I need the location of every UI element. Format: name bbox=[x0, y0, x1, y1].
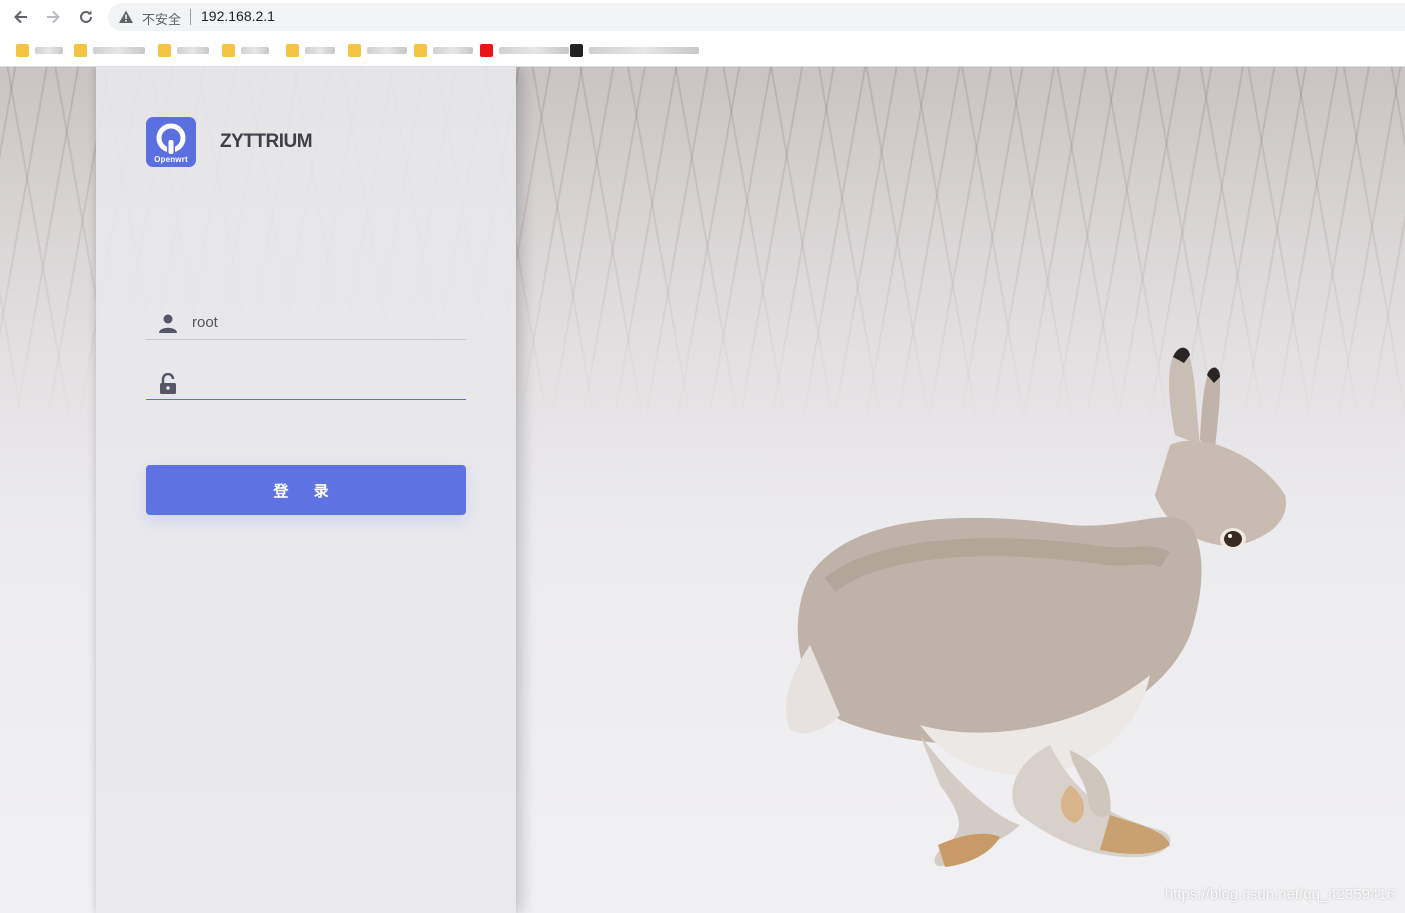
login-page: Openwrt ZYTTRIUM 登 录 https://blog.csdn.n… bbox=[0, 67, 1405, 913]
bookmark-item[interactable] bbox=[222, 42, 269, 58]
url-text[interactable]: 192.168.2.1 bbox=[201, 8, 275, 24]
bookmark-label-blurred bbox=[589, 46, 699, 54]
favicon-icon bbox=[570, 43, 583, 57]
browser-toolbar: 不安全 192.168.2.1 bbox=[0, 0, 1405, 34]
folder-icon bbox=[414, 43, 427, 57]
folder-icon bbox=[222, 43, 235, 57]
user-icon bbox=[159, 314, 177, 333]
hare-photo bbox=[786, 347, 1286, 867]
address-divider bbox=[190, 9, 191, 25]
bookmark-label-blurred bbox=[93, 46, 145, 54]
password-field[interactable] bbox=[146, 365, 466, 400]
bookmark-item[interactable] bbox=[480, 42, 569, 58]
address-bar[interactable]: 不安全 192.168.2.1 bbox=[108, 3, 1405, 31]
bookmark-label-blurred bbox=[367, 46, 407, 54]
bookmark-label-blurred bbox=[433, 46, 473, 54]
security-status[interactable]: 不安全 bbox=[142, 9, 181, 28]
bookmark-item[interactable] bbox=[158, 42, 209, 58]
bookmark-item[interactable] bbox=[570, 42, 699, 58]
logo-label: Openwrt bbox=[154, 155, 188, 164]
folder-icon bbox=[158, 43, 171, 57]
folder-icon bbox=[286, 43, 299, 57]
forward-button[interactable] bbox=[42, 6, 64, 28]
bookmark-item[interactable] bbox=[286, 42, 335, 58]
openwrt-logo: Openwrt bbox=[146, 117, 196, 167]
login-button[interactable]: 登 录 bbox=[146, 465, 466, 515]
bookmark-label-blurred bbox=[35, 46, 63, 54]
folder-icon bbox=[74, 43, 87, 57]
reload-button[interactable] bbox=[75, 6, 97, 28]
favicon-icon bbox=[480, 43, 493, 57]
unlock-icon bbox=[160, 373, 176, 394]
login-panel: Openwrt ZYTTRIUM 登 录 bbox=[96, 67, 516, 913]
username-input[interactable] bbox=[190, 311, 454, 333]
bookmark-label-blurred bbox=[241, 46, 269, 54]
bookmark-label-blurred bbox=[177, 46, 209, 54]
username-field[interactable] bbox=[146, 305, 466, 340]
bookmark-label-blurred bbox=[305, 46, 335, 54]
arrow-left-icon bbox=[14, 10, 27, 24]
folder-icon bbox=[16, 43, 29, 57]
bookmark-item[interactable] bbox=[348, 42, 407, 58]
password-input[interactable] bbox=[190, 371, 454, 393]
back-button[interactable] bbox=[10, 6, 32, 28]
bookmark-item[interactable] bbox=[74, 42, 145, 58]
bookmark-item[interactable] bbox=[16, 42, 63, 58]
brand-title: ZYTTRIUM bbox=[220, 131, 313, 152]
warning-icon[interactable] bbox=[118, 9, 134, 25]
folder-icon bbox=[348, 43, 361, 57]
bookmarks-bar bbox=[0, 34, 1405, 67]
bookmark-label-blurred bbox=[499, 46, 569, 54]
reload-icon bbox=[80, 10, 92, 23]
arrow-right-icon bbox=[47, 10, 60, 24]
bookmark-item[interactable] bbox=[414, 42, 473, 58]
watermark-text: https://blog.csdn.net/qq_42359416 bbox=[1164, 886, 1395, 903]
